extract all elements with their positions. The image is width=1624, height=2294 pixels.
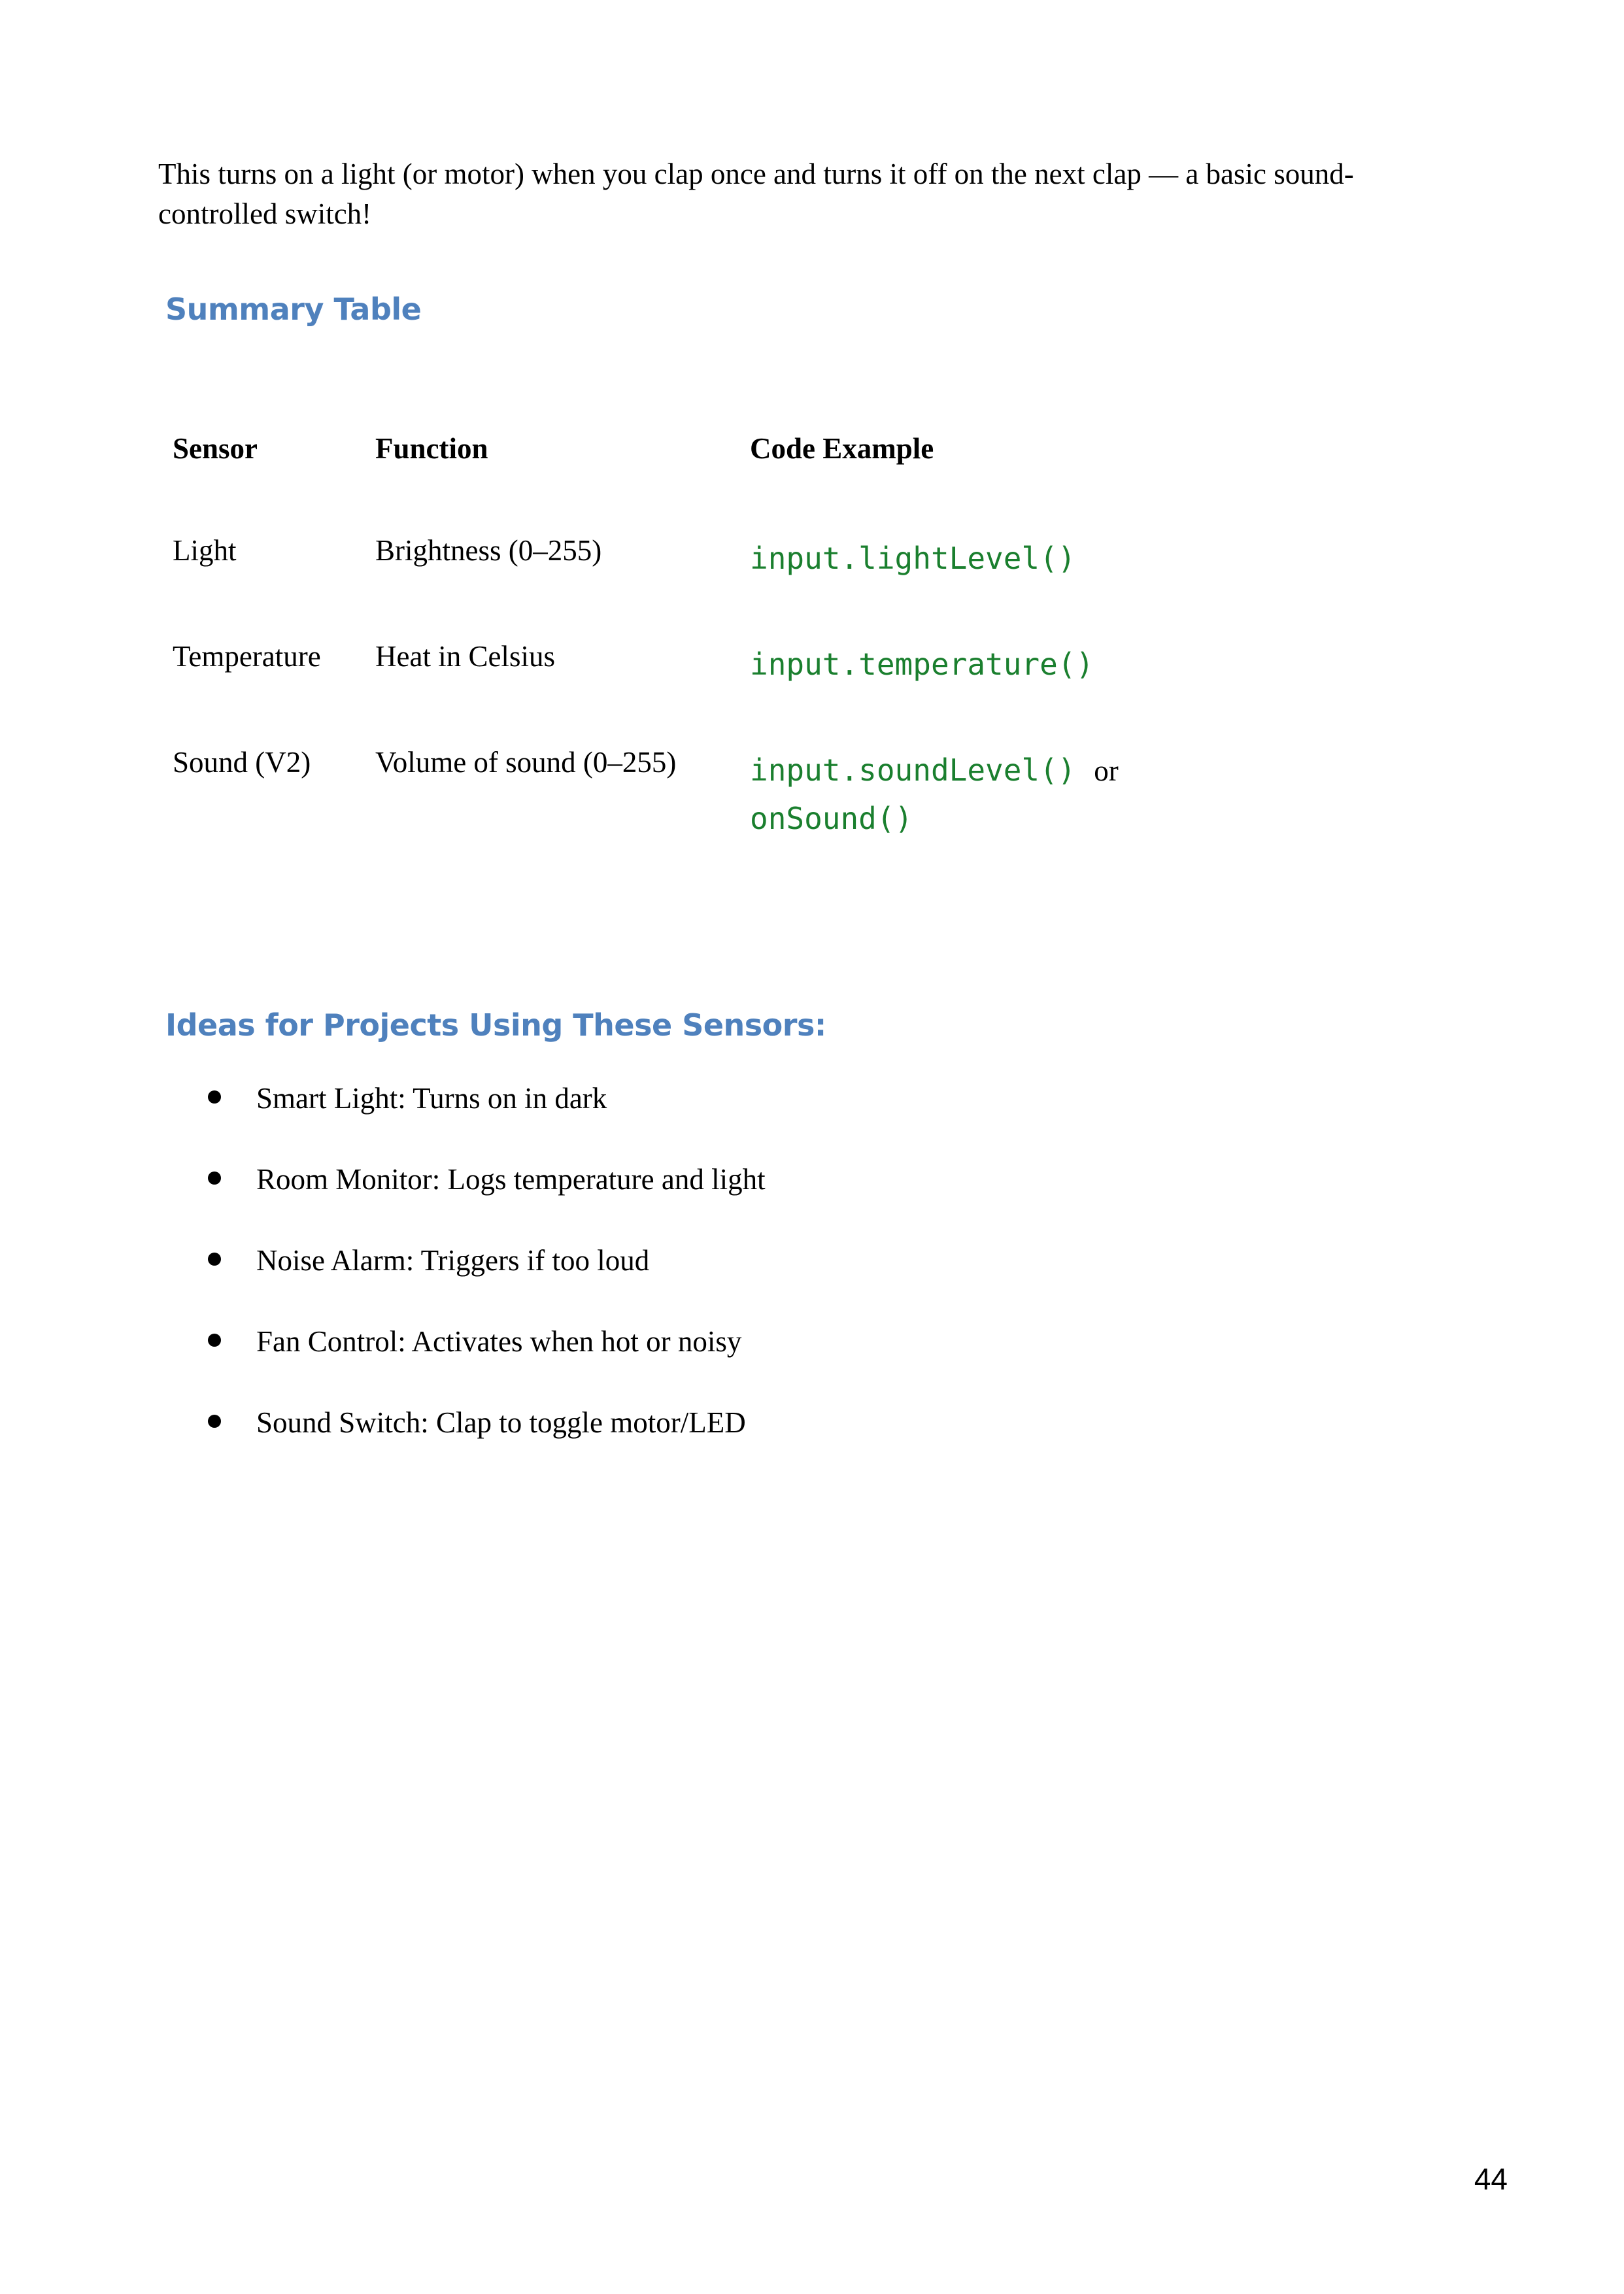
list-item-text: Smart Light: Turns on in dark bbox=[256, 1082, 607, 1115]
list-item-text: Fan Control: Activates when hot or noisy bbox=[256, 1325, 742, 1358]
page-number: 44 bbox=[1474, 2162, 1508, 2196]
list-item: Room Monitor: Logs temperature and light bbox=[196, 1161, 766, 1242]
code-snippet: onSound() bbox=[750, 801, 913, 836]
intro-paragraph: This turns on a light (or motor) when yo… bbox=[158, 158, 1354, 230]
column-header-code-example: Code Example bbox=[750, 432, 934, 465]
list-item-text: Room Monitor: Logs temperature and light bbox=[256, 1163, 766, 1196]
cell-sensor: Sound (V2) bbox=[173, 746, 311, 779]
column-header-sensor: Sensor bbox=[173, 432, 258, 465]
cell-function: Brightness (0–255) bbox=[375, 534, 602, 567]
list-item: Sound Switch: Clap to toggle motor/LED bbox=[196, 1404, 766, 1485]
list-item-text: Sound Switch: Clap to toggle motor/LED bbox=[256, 1406, 746, 1439]
code-line-1: input.soundLevel() or bbox=[750, 747, 1208, 794]
column-header-function: Function bbox=[375, 432, 488, 465]
summary-table: Sensor Function Code Example Light Brigh… bbox=[166, 426, 1208, 843]
bullet-icon bbox=[208, 1090, 221, 1104]
ideas-list: Smart Light: Turns on in dark Room Monit… bbox=[196, 1080, 766, 1485]
cell-sensor: Temperature bbox=[173, 640, 321, 673]
list-item: Fan Control: Activates when hot or noisy bbox=[196, 1323, 766, 1404]
ideas-heading: Ideas for Projects Using These Sensors: bbox=[165, 1007, 826, 1043]
table-header-row: Sensor Function Code Example bbox=[166, 426, 1208, 530]
table-row: Light Brightness (0–255) input.lightLeve… bbox=[166, 530, 1208, 635]
code-connector: or bbox=[1094, 754, 1119, 787]
cell-sensor: Light bbox=[173, 534, 237, 567]
bullet-icon bbox=[208, 1253, 221, 1266]
table-row: Temperature Heat in Celsius input.temper… bbox=[166, 635, 1208, 741]
cell-function: Volume of sound (0–255) bbox=[375, 746, 677, 779]
bullet-icon bbox=[208, 1415, 221, 1428]
code-snippet: input.lightLevel() bbox=[750, 541, 1076, 576]
list-item-text: Noise Alarm: Triggers if too loud bbox=[256, 1244, 650, 1277]
document-page: This turns on a light (or motor) when yo… bbox=[0, 0, 1624, 2294]
code-snippet: input.temperature() bbox=[750, 647, 1094, 682]
bullet-icon bbox=[208, 1172, 221, 1185]
list-item: Smart Light: Turns on in dark bbox=[196, 1080, 766, 1161]
bullet-icon bbox=[208, 1334, 221, 1347]
list-item: Noise Alarm: Triggers if too loud bbox=[196, 1242, 766, 1323]
cell-code-example: input.lightLevel() bbox=[743, 530, 1208, 635]
code-snippet: input.soundLevel() bbox=[750, 752, 1076, 788]
summary-table-heading: Summary Table bbox=[165, 292, 422, 327]
cell-code-example: input.temperature() bbox=[743, 635, 1208, 741]
cell-function: Heat in Celsius bbox=[375, 640, 555, 673]
table-row: Sound (V2) Volume of sound (0–255) input… bbox=[166, 741, 1208, 843]
cell-code-example: input.soundLevel() or onSound() bbox=[743, 741, 1208, 843]
